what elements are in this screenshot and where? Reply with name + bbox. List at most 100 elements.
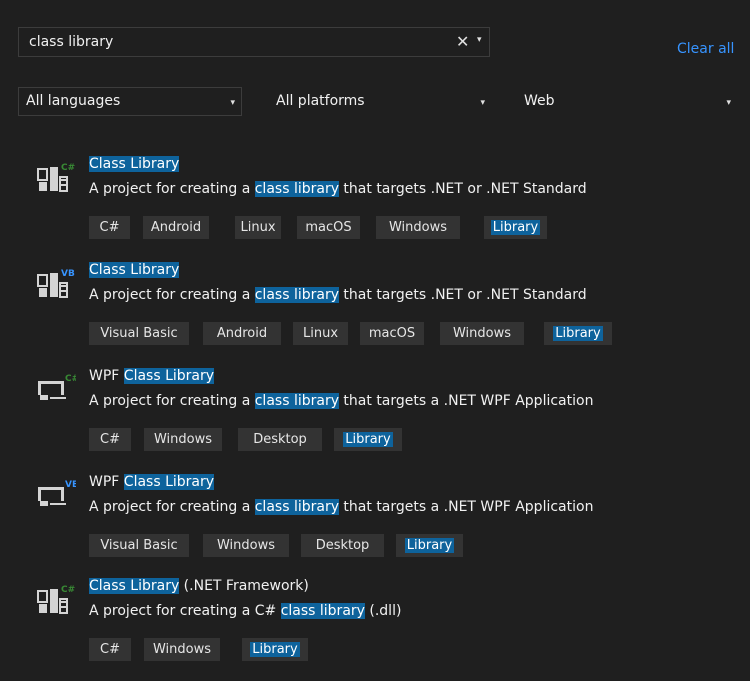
title-highlight: Class Library xyxy=(123,474,215,490)
title-highlight: Class Library xyxy=(89,262,180,278)
template-description: A project for creating a C# class librar… xyxy=(89,603,401,619)
tag: Library xyxy=(484,216,547,239)
tag: Android xyxy=(143,216,209,239)
tag-label: C# xyxy=(100,642,120,657)
svg-text:C#: C# xyxy=(61,163,75,173)
description-highlight: class library xyxy=(254,393,339,409)
language-filter[interactable]: All languages ▾ xyxy=(18,87,242,116)
svg-text:VB: VB xyxy=(65,480,76,490)
tag-label: Linux xyxy=(240,220,276,235)
template-description: A project for creating a class library t… xyxy=(89,499,593,515)
platform-filter-label: All platforms xyxy=(276,93,365,109)
tag: Library xyxy=(544,322,612,345)
template-title: Class Library (.NET Framework) xyxy=(89,578,309,594)
tag: Linux xyxy=(293,322,348,345)
tag-label: Android xyxy=(150,220,202,235)
tag-label: Visual Basic xyxy=(100,326,178,341)
description-highlight: class library xyxy=(254,181,339,197)
svg-text:VB: VB xyxy=(61,269,75,279)
svg-text:C#: C# xyxy=(61,585,75,595)
template-item[interactable]: VB WPF Class Library A project for creati… xyxy=(0,471,750,577)
tag-label: Linux xyxy=(302,326,339,341)
tag: Linux xyxy=(235,216,281,239)
tag: Library xyxy=(396,534,463,557)
tag-label: Desktop xyxy=(315,538,370,553)
description-suffix: that targets .NET or .NET Standard xyxy=(338,287,587,303)
search-history-dropdown-icon[interactable]: ▾ xyxy=(477,35,482,45)
tag: Visual Basic xyxy=(89,534,189,557)
template-item[interactable]: VB Class Library A project for creating a… xyxy=(0,259,750,365)
title-highlight: Class Library xyxy=(89,578,180,594)
project-type-filter[interactable]: Web ▾ xyxy=(516,87,738,116)
tag-label: C# xyxy=(99,220,120,235)
tag-label: Library xyxy=(490,220,541,235)
tag: C# xyxy=(89,216,130,239)
tag: Desktop xyxy=(301,534,384,557)
search-input[interactable] xyxy=(19,28,449,56)
template-description: A project for creating a class library t… xyxy=(89,181,587,197)
tag: C# xyxy=(89,428,131,451)
tag-label: macOS xyxy=(305,220,352,235)
template-title: WPF Class Library xyxy=(89,368,215,384)
tag: Windows xyxy=(144,638,220,661)
title-highlight: Class Library xyxy=(123,368,215,384)
template-item[interactable]: C# WPF Class Library A project for creati… xyxy=(0,365,750,471)
clear-all-link[interactable]: Clear all xyxy=(677,41,734,57)
wpf-class-library-vb-icon: VB xyxy=(36,477,76,517)
template-title: Class Library xyxy=(89,262,180,278)
description-highlight: class library xyxy=(254,287,339,303)
template-description: A project for creating a class library t… xyxy=(89,393,593,409)
title-prefix: WPF xyxy=(89,368,124,384)
tag-label: Library xyxy=(404,538,455,553)
tag: Windows xyxy=(203,534,289,557)
chevron-down-icon: ▾ xyxy=(726,98,731,108)
tag: macOS xyxy=(360,322,424,345)
tag-label: Android xyxy=(216,326,268,341)
template-item[interactable]: C# Class Library (.NET Framework) A proje… xyxy=(0,575,750,681)
chevron-down-icon: ▾ xyxy=(480,98,485,108)
tag-label: Library xyxy=(553,326,603,341)
tag-label: C# xyxy=(100,432,120,447)
tag-label: Windows xyxy=(216,538,276,553)
tag: Visual Basic xyxy=(89,322,189,345)
title-suffix: (.NET Framework) xyxy=(179,578,309,594)
template-title: WPF Class Library xyxy=(89,474,215,490)
tag: Windows xyxy=(440,322,524,345)
tag-label: Library xyxy=(343,432,393,447)
description-suffix: that targets a .NET WPF Application xyxy=(338,499,594,515)
description-suffix: that targets .NET or .NET Standard xyxy=(338,181,587,197)
template-search-box[interactable]: ✕ ▾ xyxy=(18,27,490,57)
title-highlight: Class Library xyxy=(89,156,180,172)
tag-label: macOS xyxy=(368,326,416,341)
description-prefix: A project for creating a xyxy=(89,287,255,303)
description-prefix: A project for creating a C# xyxy=(89,603,281,619)
description-prefix: A project for creating a xyxy=(89,499,255,515)
tag: Android xyxy=(203,322,281,345)
clear-search-icon[interactable]: ✕ xyxy=(456,32,469,51)
tag: Library xyxy=(334,428,402,451)
tag: Library xyxy=(242,638,308,661)
project-type-filter-label: Web xyxy=(524,93,555,109)
tag: macOS xyxy=(297,216,360,239)
description-highlight: class library xyxy=(280,603,365,619)
description-prefix: A project for creating a xyxy=(89,393,255,409)
title-prefix: WPF xyxy=(89,474,124,490)
chevron-down-icon: ▾ xyxy=(230,98,235,108)
tag-label: Desktop xyxy=(253,432,307,447)
tag-label: Windows xyxy=(452,326,512,341)
svg-text:C#: C# xyxy=(65,374,76,384)
platform-filter[interactable]: All platforms ▾ xyxy=(268,87,492,116)
wpf-class-library-csharp-icon: C# xyxy=(36,371,76,411)
description-prefix: A project for creating a xyxy=(89,181,255,197)
description-highlight: class library xyxy=(254,499,339,515)
tag-label: Visual Basic xyxy=(100,538,178,553)
class-library-vb-icon: VB xyxy=(36,265,76,305)
template-title: Class Library xyxy=(89,156,180,172)
tag-label: Windows xyxy=(152,642,212,657)
language-filter-label: All languages xyxy=(26,93,121,109)
tag: Desktop xyxy=(238,428,322,451)
template-item[interactable]: C# Class Library A project for creating a… xyxy=(0,153,750,259)
tag-label: Library xyxy=(250,642,300,657)
tag: Windows xyxy=(144,428,222,451)
class-library-netfx-csharp-icon: C# xyxy=(36,581,76,621)
